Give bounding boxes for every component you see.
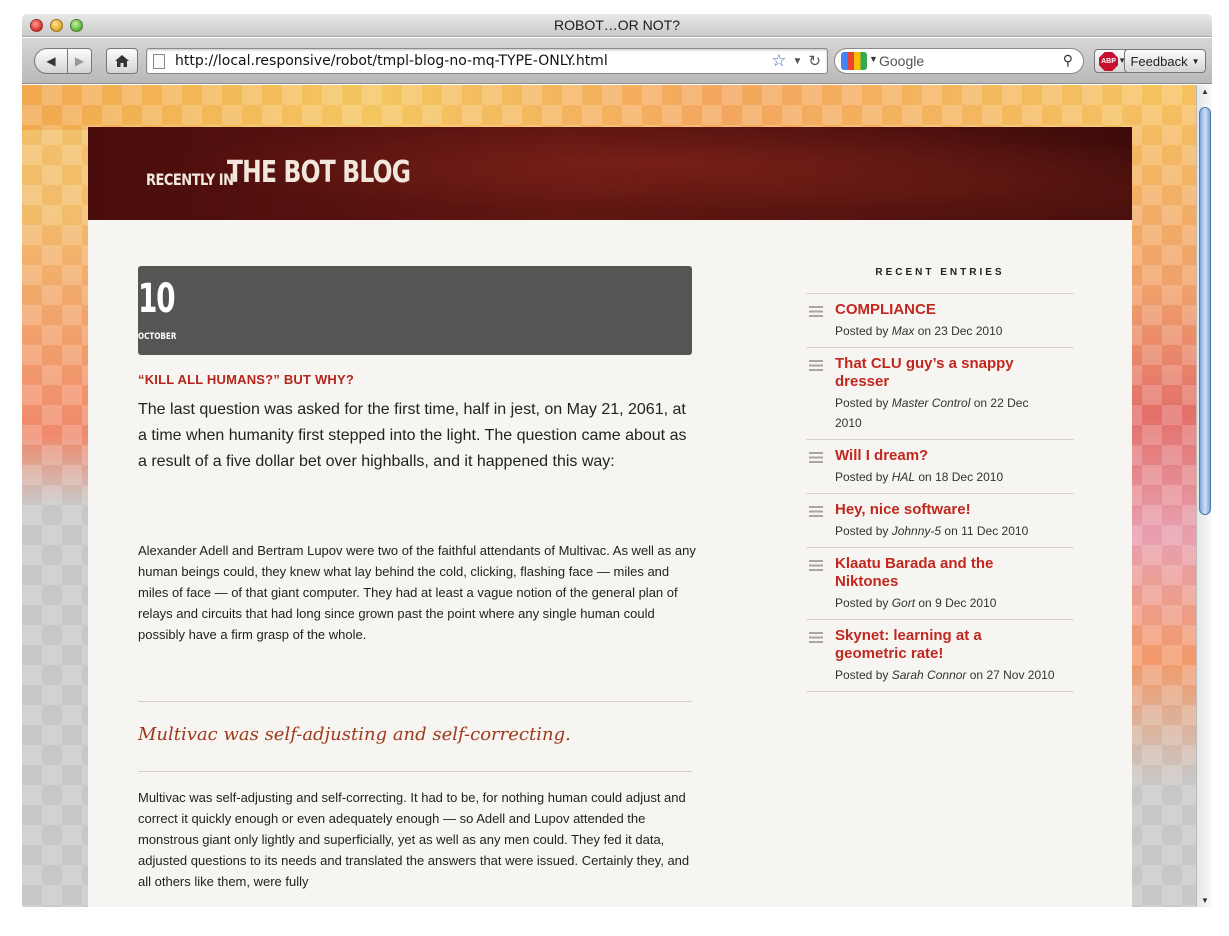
recent-entry-meta: Posted by Johnny-5 on 11 Dec 2010 bbox=[835, 524, 1029, 538]
entry-author: Sarah Connor bbox=[891, 668, 967, 682]
banner-prefix: RECENTLY IN bbox=[146, 171, 234, 190]
reload-icon[interactable]: ↻ bbox=[808, 52, 821, 70]
post-paragraph: Multivac was self-adjusting and self-cor… bbox=[138, 790, 690, 889]
forward-button[interactable]: ▶ bbox=[68, 48, 92, 74]
list-icon bbox=[809, 306, 823, 317]
google-engine-icon[interactable] bbox=[841, 52, 867, 70]
recent-entry: COMPLIANCE Posted by Max on 23 Dec 2010 bbox=[806, 294, 1074, 348]
post-date-month: OCTOBER bbox=[138, 332, 177, 342]
recent-entry: Will I dream? Posted by HAL on 18 Dec 20… bbox=[806, 440, 1074, 494]
history-dropdown-icon[interactable]: ▼ bbox=[793, 56, 803, 67]
scrollbar-thumb[interactable] bbox=[1199, 107, 1211, 515]
post-lead-paragraph: The last question was asked for the firs… bbox=[138, 401, 687, 470]
list-icon bbox=[809, 632, 823, 643]
entry-author: Master Control bbox=[891, 396, 971, 410]
search-bar[interactable]: ▼ Google ⚲ bbox=[834, 48, 1084, 74]
search-icon[interactable]: ⚲ bbox=[1063, 52, 1073, 69]
recent-entry-link[interactable]: Klaatu Barada and the Niktones bbox=[835, 555, 1035, 591]
recent-entry-link[interactable]: COMPLIANCE bbox=[835, 301, 1035, 319]
recent-entry-meta: Posted by HAL on 18 Dec 2010 bbox=[835, 470, 1004, 484]
page-viewport: RECENTLY IN THE BOT BLOG 10 OCTOBER “KIL… bbox=[22, 85, 1196, 907]
blog-banner: RECENTLY IN THE BOT BLOG bbox=[88, 127, 1132, 220]
engine-dropdown-icon[interactable]: ▼ bbox=[869, 54, 878, 64]
url-text[interactable]: http://local.responsive/robot/tmpl-blog-… bbox=[175, 53, 608, 69]
post-date-box: 10 OCTOBER bbox=[138, 266, 692, 355]
recent-entry-link[interactable]: Hey, nice software! bbox=[835, 501, 1035, 519]
recent-entry-link[interactable]: Skynet: learning at a geometric rate! bbox=[835, 627, 1035, 663]
recent-entry: Skynet: learning at a geometric rate! Po… bbox=[806, 620, 1074, 692]
divider bbox=[138, 771, 692, 772]
home-button[interactable] bbox=[106, 48, 138, 74]
recent-entry-meta: Posted by Sarah Connor on 27 Nov 2010 bbox=[835, 668, 1055, 682]
page-icon bbox=[153, 54, 165, 69]
vertical-scrollbar[interactable]: ▲ ▼ bbox=[1196, 85, 1212, 907]
pull-quote: Multivac was self-adjusting and self-cor… bbox=[138, 724, 571, 745]
blog-page: RECENTLY IN THE BOT BLOG 10 OCTOBER “KIL… bbox=[88, 127, 1132, 907]
list-icon bbox=[809, 506, 823, 517]
list-icon bbox=[809, 360, 823, 371]
feedback-dropdown-icon: ▼ bbox=[1191, 56, 1200, 66]
list-icon bbox=[809, 560, 823, 571]
blog-title[interactable]: THE BOT BLOG bbox=[227, 155, 411, 190]
post-title[interactable]: “KILL ALL HUMANS?” BUT WHY? bbox=[138, 372, 354, 387]
adblock-icon: ABP bbox=[1099, 52, 1118, 71]
recent-entries-sidebar: RECENT ENTRIES COMPLIANCE Posted by Max … bbox=[806, 267, 1074, 692]
browser-toolbar: ◀ ▶ http://local.responsive/robot/tmpl-b… bbox=[22, 38, 1212, 84]
recent-entry: That CLU guy’s a snappy dresser Posted b… bbox=[806, 348, 1074, 440]
entry-author: HAL bbox=[891, 470, 916, 484]
recent-entry: Klaatu Barada and the Niktones Posted by… bbox=[806, 548, 1074, 620]
recent-entry-link[interactable]: Will I dream? bbox=[835, 447, 1035, 465]
feedback-label: Feedback bbox=[1130, 53, 1188, 69]
recent-entry: Hey, nice software! Posted by Johnny-5 o… bbox=[806, 494, 1074, 548]
back-button[interactable]: ◀ bbox=[34, 48, 68, 74]
post-paragraph: Alexander Adell and Bertram Lupov were t… bbox=[138, 543, 696, 642]
scroll-down-icon[interactable]: ▼ bbox=[1201, 896, 1209, 905]
address-bar[interactable]: http://local.responsive/robot/tmpl-blog-… bbox=[146, 48, 828, 74]
navigation-buttons: ◀ ▶ bbox=[34, 48, 92, 74]
forward-arrow-icon: ▶ bbox=[74, 54, 85, 68]
home-icon bbox=[115, 55, 129, 67]
window-titlebar: ROBOT…OR NOT? bbox=[22, 14, 1212, 37]
divider bbox=[138, 701, 692, 702]
entry-author: Gort bbox=[891, 596, 916, 610]
scroll-up-icon[interactable]: ▲ bbox=[1201, 87, 1209, 96]
recent-entry-meta: Posted by Max on 23 Dec 2010 bbox=[835, 324, 1003, 338]
search-input[interactable]: Google bbox=[879, 53, 924, 69]
entry-author: Johnny-5 bbox=[891, 524, 942, 538]
recent-entry-link[interactable]: That CLU guy’s a snappy dresser bbox=[835, 355, 1035, 391]
list-icon bbox=[809, 452, 823, 463]
window-title: ROBOT…OR NOT? bbox=[553, 17, 680, 33]
post-date-day: 10 bbox=[138, 276, 176, 322]
entry-author: Max bbox=[891, 324, 915, 338]
recent-entry-meta: Posted by Gort on 9 Dec 2010 bbox=[835, 596, 997, 610]
sidebar-heading: RECENT ENTRIES bbox=[806, 267, 1074, 294]
bookmark-star-icon[interactable]: ☆ bbox=[771, 51, 786, 71]
back-arrow-icon: ◀ bbox=[46, 54, 56, 68]
recent-entry-meta: Posted by Master Control on 22 Dec 2010 bbox=[835, 396, 1029, 430]
feedback-button[interactable]: Feedback ▼ bbox=[1124, 49, 1206, 73]
